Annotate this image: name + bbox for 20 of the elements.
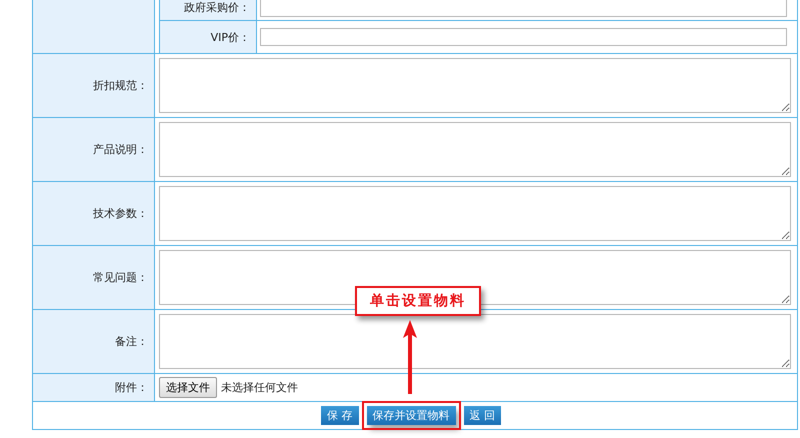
action-button[interactable]: 返 回: [464, 406, 501, 425]
callout-label: 单击设置物料: [355, 286, 481, 316]
input-field[interactable]: [260, 28, 787, 46]
text-area[interactable]: [159, 58, 791, 113]
text-area[interactable]: [159, 314, 791, 369]
action-button[interactable]: 保存并设置物料: [366, 406, 456, 425]
input-field[interactable]: [260, 0, 787, 16]
field-label: 常见问题：: [93, 270, 148, 285]
field-label: 产品说明：: [93, 142, 148, 157]
choose-file-button[interactable]: 选择文件: [159, 377, 217, 398]
field-label: 折扣规范：: [93, 78, 148, 93]
file-status: 未选择任何文件: [221, 380, 298, 395]
text-area[interactable]: [159, 186, 791, 241]
field-label: VIP价：: [210, 30, 250, 44]
field-label: 附件：: [115, 380, 148, 395]
text-area[interactable]: [159, 122, 791, 177]
field-label: 技术参数：: [93, 206, 148, 221]
action-button[interactable]: 保 存: [321, 406, 358, 425]
field-label: 政府采购价：: [184, 0, 250, 15]
field-label: 备注：: [115, 334, 148, 349]
